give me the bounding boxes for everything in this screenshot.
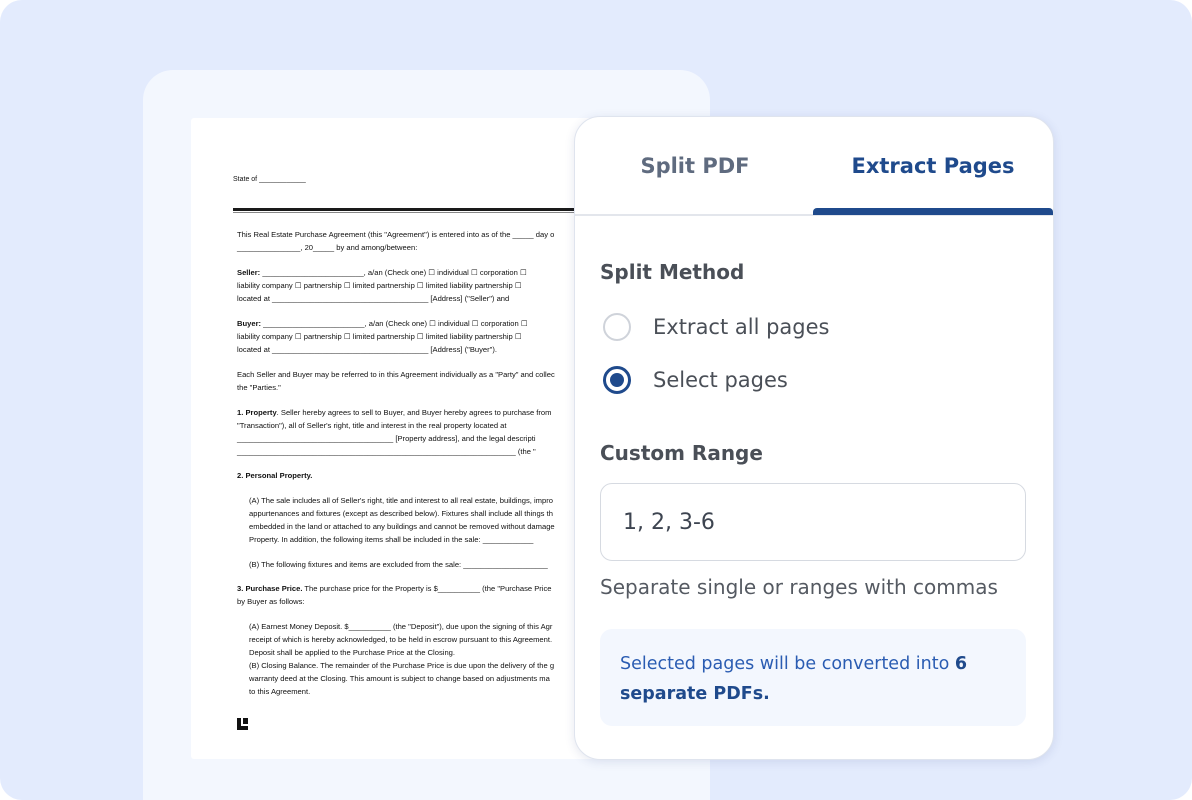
document-line: Seller: ________________________, a/an (… [237, 268, 527, 277]
radio-label: Extract all pages [653, 315, 830, 339]
document-line: _____________________________________ [P… [237, 434, 536, 443]
radio-unselected-icon[interactable] [603, 313, 631, 341]
info-text: Selected pages will be converted into [620, 654, 955, 674]
document-line: embedded in the land or attached to any … [249, 522, 555, 531]
document-line: liability company ☐ partnership ☐ limite… [237, 332, 522, 341]
document-line: "Transaction"), all of Seller's right, t… [237, 421, 507, 430]
split-options-panel: Split PDF Extract Pages Split Method Ext… [574, 116, 1054, 760]
split-method-heading: Split Method [600, 260, 745, 284]
tab-bar: Split PDF Extract Pages [575, 117, 1053, 216]
document-line: _______________, 20_____ by and among/be… [237, 243, 418, 252]
document-line: This Real Estate Purchase Agreement (thi… [237, 230, 555, 239]
document-line: 1. Property. Seller hereby agrees to sel… [237, 408, 552, 417]
radio-label: Select pages [653, 368, 788, 392]
active-tab-indicator [813, 208, 1053, 215]
document-line: (B) The following fixtures and items are… [249, 560, 548, 569]
document-line: warranty deed at the Closing. This amoun… [249, 674, 550, 683]
document-line: to this Agreement. [249, 687, 311, 696]
radio-select-pages[interactable]: Select pages [603, 366, 788, 394]
document-line: (A) The sale includes all of Seller's ri… [249, 496, 553, 505]
custom-range-value: 1, 2, 3-6 [623, 509, 715, 535]
info-box: Selected pages will be converted into 6 … [600, 629, 1026, 726]
document-page: State of ____________ This Real Estate P… [191, 118, 611, 759]
document-line: ________________________________________… [237, 447, 536, 456]
custom-range-hint: Separate single or ranges with commas [600, 575, 998, 599]
header-rule [233, 208, 611, 211]
document-line: liability company ☐ partnership ☐ limite… [237, 281, 522, 290]
custom-range-input[interactable]: 1, 2, 3-6 [600, 483, 1026, 561]
document-line: (A) Earnest Money Deposit. $__________ (… [249, 622, 553, 631]
document-line: Property. In addition, the following ite… [249, 535, 534, 544]
document-logo-icon [237, 718, 248, 730]
radio-selected-icon[interactable] [603, 366, 631, 394]
tab-extract-pages[interactable]: Extract Pages [813, 117, 1053, 214]
document-line: located at _____________________________… [237, 345, 497, 354]
document-line: appurtenances and fixtures (except as de… [249, 509, 553, 518]
tab-split-pdf[interactable]: Split PDF [575, 117, 815, 214]
document-line: by Buyer as follows: [237, 597, 305, 606]
document-line: 3. Purchase Price. The purchase price fo… [237, 584, 552, 593]
document-line: Buyer: ________________________, a/an (C… [237, 319, 528, 328]
document-line: (B) Closing Balance. The remainder of th… [249, 661, 555, 670]
document-line: receipt of which is hereby acknowledged,… [249, 635, 553, 644]
app-canvas: State of ____________ This Real Estate P… [0, 0, 1192, 800]
document-line: located at _____________________________… [237, 294, 510, 303]
document-line: Each Seller and Buyer may be referred to… [237, 370, 555, 379]
document-line: the "Parties." [237, 383, 281, 392]
state-line: State of ____________ [233, 176, 306, 183]
radio-extract-all-pages[interactable]: Extract all pages [603, 313, 830, 341]
document-line: 2. Personal Property. [237, 471, 313, 480]
custom-range-heading: Custom Range [600, 441, 763, 465]
document-line: Deposit shall be applied to the Purchase… [249, 648, 455, 657]
header-rule-thin [233, 212, 611, 213]
